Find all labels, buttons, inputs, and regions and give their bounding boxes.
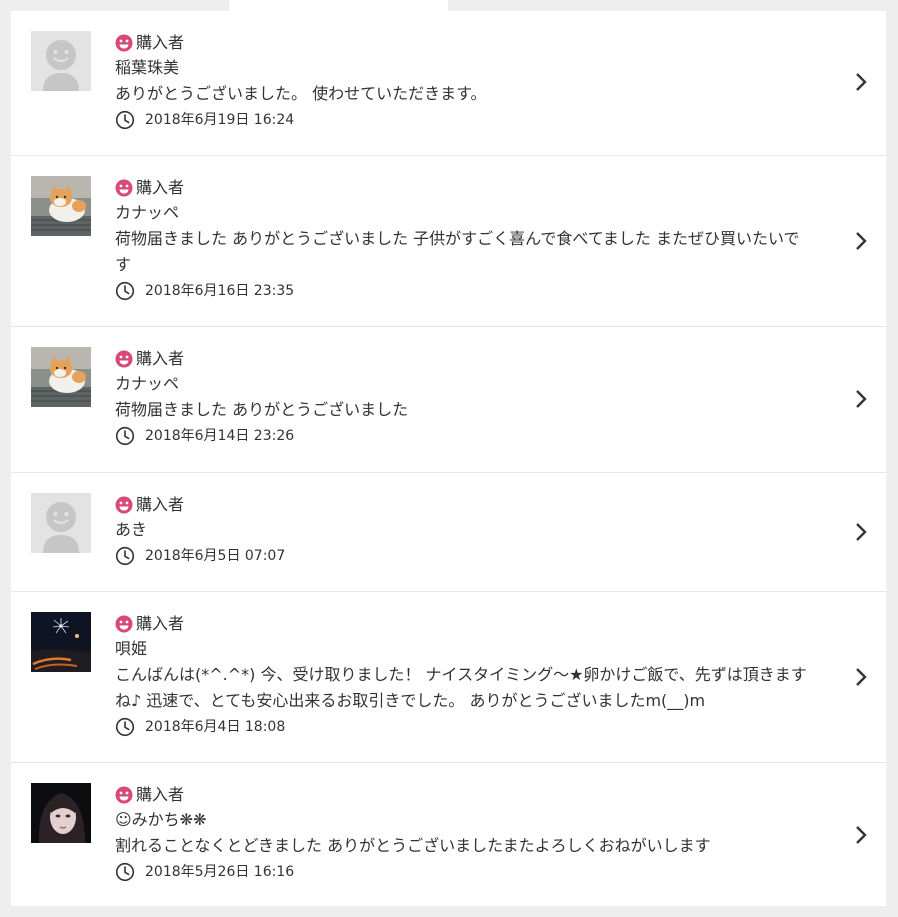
reviewer-name: ☺みかち❋❋ — [115, 810, 207, 829]
buyer-role: 購入者 — [115, 347, 815, 371]
role-label: 購入者 — [136, 33, 185, 52]
reviewer-name: 稲葉珠美 — [115, 58, 180, 77]
chevron-right-icon[interactable] — [854, 72, 868, 92]
review-date: 2018年5月26日 16:16 — [115, 859, 815, 885]
reviewer-name: カナッペ — [115, 374, 180, 393]
chevron-right-icon[interactable] — [854, 389, 868, 409]
smile-face-icon — [115, 786, 133, 804]
review-message: 割れることなくとどきました ありがとうございましたまたよろしくおねがいします — [115, 836, 711, 855]
clock-icon — [115, 110, 135, 130]
default-avatar-icon — [31, 31, 91, 91]
clock-icon — [115, 281, 135, 301]
review-item[interactable]: 購入者 あき 2018年6月5日 07:07 — [11, 473, 886, 592]
chevron-right-icon[interactable] — [854, 667, 868, 687]
smile-face-icon — [115, 496, 133, 514]
buyer-role: 購入者 — [115, 783, 815, 807]
review-date: 2018年6月14日 23:26 — [115, 423, 815, 449]
date-text: 2018年6月5日 07:07 — [145, 548, 286, 564]
chevron-right-icon[interactable] — [854, 825, 868, 845]
review-date: 2018年6月16日 23:35 — [115, 278, 815, 304]
reviewer-name: カナッペ — [115, 203, 180, 222]
smile-face-icon — [115, 350, 133, 368]
date-text: 2018年6月4日 18:08 — [145, 719, 286, 735]
role-label: 購入者 — [136, 614, 185, 633]
review-item[interactable]: 購入者 カナッペ 荷物届きました ありがとうございました 2018年6月14日 … — [11, 327, 886, 473]
clock-icon — [115, 717, 135, 737]
cat-photo-avatar — [31, 347, 91, 407]
smile-face-icon — [115, 179, 133, 197]
review-item[interactable]: 購入者 稲葉珠美 ありがとうございました。 使わせていただきます。 2018年6… — [11, 11, 886, 156]
review-message: ありがとうございました。 使わせていただきます。 — [115, 84, 487, 103]
cat-photo-avatar — [31, 176, 91, 236]
review-message: こんばんは(*^.^*) 今、受け取りました！ ナイスタイミング〜★卵かけご飯で… — [115, 665, 807, 710]
tab-bar — [0, 0, 898, 11]
review-message: 荷物届きました ありがとうございました — [115, 400, 409, 419]
tab-active[interactable] — [229, 0, 448, 11]
smile-face-icon — [115, 615, 133, 633]
review-date: 2018年6月4日 18:08 — [115, 714, 815, 740]
fireworks-photo-avatar — [31, 612, 91, 672]
buyer-role: 購入者 — [115, 31, 815, 55]
review-message: 荷物届きました ありがとうございました 子供がすごく喜んで食べてました またぜひ… — [115, 229, 800, 274]
smile-face-icon — [115, 34, 133, 52]
review-item[interactable]: 購入者 ☺みかち❋❋ 割れることなくとどきました ありがとうございましたまたよろ… — [11, 763, 886, 906]
role-label: 購入者 — [136, 178, 185, 197]
clock-icon — [115, 862, 135, 882]
review-item[interactable]: 購入者 カナッペ 荷物届きました ありがとうございました 子供がすごく喜んで食べ… — [11, 156, 886, 327]
date-text: 2018年5月26日 16:16 — [145, 864, 295, 880]
buyer-role: 購入者 — [115, 493, 815, 517]
role-label: 購入者 — [136, 349, 185, 368]
default-avatar-icon — [31, 493, 91, 553]
role-label: 購入者 — [136, 785, 185, 804]
clock-icon — [115, 546, 135, 566]
date-text: 2018年6月16日 23:35 — [145, 283, 295, 299]
person-photo-avatar — [31, 783, 91, 843]
date-text: 2018年6月19日 16:24 — [145, 112, 295, 128]
review-list: 購入者 稲葉珠美 ありがとうございました。 使わせていただきます。 2018年6… — [11, 11, 886, 906]
date-text: 2018年6月14日 23:26 — [145, 428, 295, 444]
review-date: 2018年6月5日 07:07 — [115, 543, 815, 569]
role-label: 購入者 — [136, 495, 185, 514]
buyer-role: 購入者 — [115, 176, 815, 200]
review-date: 2018年6月19日 16:24 — [115, 107, 815, 133]
reviewer-name: あき — [115, 520, 148, 539]
clock-icon — [115, 426, 135, 446]
review-item[interactable]: 購入者 唄姫 こんばんは(*^.^*) 今、受け取りました！ ナイスタイミング〜… — [11, 592, 886, 763]
chevron-right-icon[interactable] — [854, 522, 868, 542]
reviewer-name: 唄姫 — [115, 639, 148, 658]
chevron-right-icon[interactable] — [854, 231, 868, 251]
buyer-role: 購入者 — [115, 612, 815, 636]
